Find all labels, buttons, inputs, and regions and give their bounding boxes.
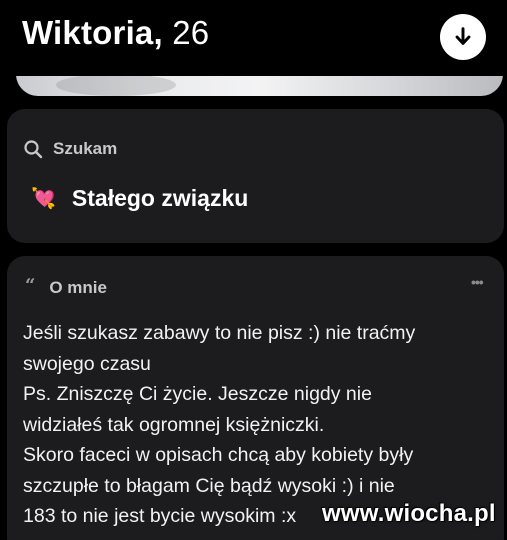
profile-age: 26	[172, 14, 210, 51]
arrow-down-icon	[455, 27, 471, 45]
quote-icon: “	[25, 275, 36, 296]
profile-header: Wiktoria, 26	[0, 0, 507, 78]
scroll-down-button[interactable]	[440, 14, 486, 60]
looking-for-label: Szukam	[53, 139, 118, 158]
looking-for-value: 💘 Stałego związku	[31, 185, 248, 212]
about-me-label: O mnie	[49, 278, 107, 297]
watermark: www.wiocha.pl	[322, 500, 496, 527]
looking-for-header: Szukam	[23, 139, 117, 159]
profile-page: Wiktoria, 26 Szukam 💘 Stałego związku “ …	[0, 0, 507, 540]
profile-name-age: Wiktoria, 26	[22, 14, 209, 52]
profile-photo-bottom	[0, 76, 507, 98]
about-me-header: “ O mnie	[25, 275, 107, 298]
heart-with-arrow-icon: 💘	[31, 188, 56, 210]
profile-photo[interactable]	[16, 76, 503, 96]
profile-name: Wiktoria,	[22, 14, 163, 51]
more-dots-icon[interactable]: •••	[471, 274, 484, 290]
looking-for-value-text: Stałego związku	[71, 185, 249, 211]
looking-for-card: Szukam 💘 Stałego związku	[7, 109, 504, 243]
search-icon	[23, 139, 43, 159]
about-me-card: “ O mnie ••• Jeśli szukasz zabawy to nie…	[7, 256, 504, 540]
